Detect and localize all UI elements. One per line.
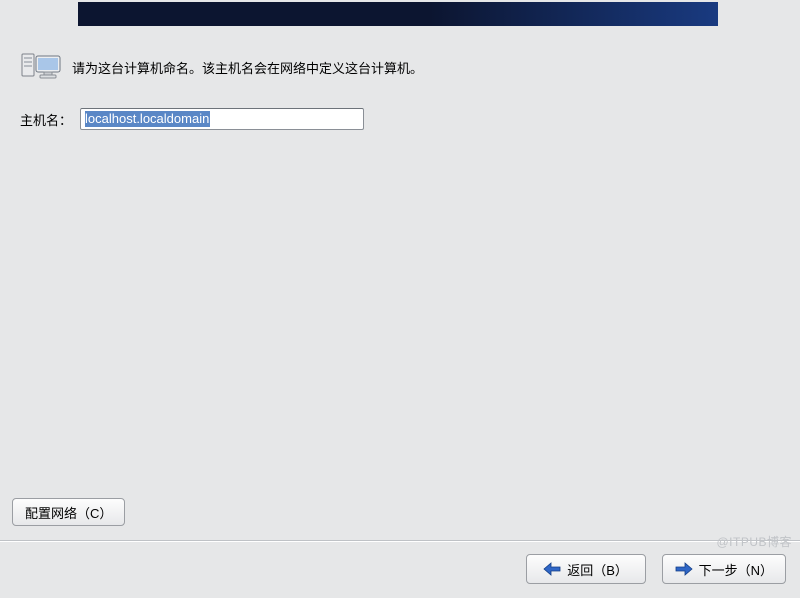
back-label: 返回（B） (567, 560, 628, 579)
footer-nav: 返回（B） 下一步（N） (526, 554, 786, 584)
instruction-text: 请为这台计算机命名。该主机名会在网络中定义这台计算机。 (72, 58, 423, 77)
top-banner (78, 2, 718, 26)
next-label: 下一步（N） (699, 560, 773, 579)
arrow-right-icon (675, 562, 693, 576)
hostname-label: 主机名： (20, 110, 72, 129)
footer-separator (0, 540, 800, 541)
computers-icon (20, 50, 64, 85)
next-button[interactable]: 下一步（N） (662, 554, 786, 584)
arrow-left-icon (543, 562, 561, 576)
back-button[interactable]: 返回（B） (526, 554, 646, 584)
hostname-row: 主机名： localhost.localdomain (20, 108, 364, 130)
watermark-text: @ITPUB博客 (716, 533, 792, 550)
configure-network-label: 配置网络（C） (25, 503, 112, 522)
configure-network-button[interactable]: 配置网络（C） (12, 498, 125, 526)
hostname-input[interactable] (80, 108, 364, 130)
header-row: 请为这台计算机命名。该主机名会在网络中定义这台计算机。 (20, 50, 423, 85)
